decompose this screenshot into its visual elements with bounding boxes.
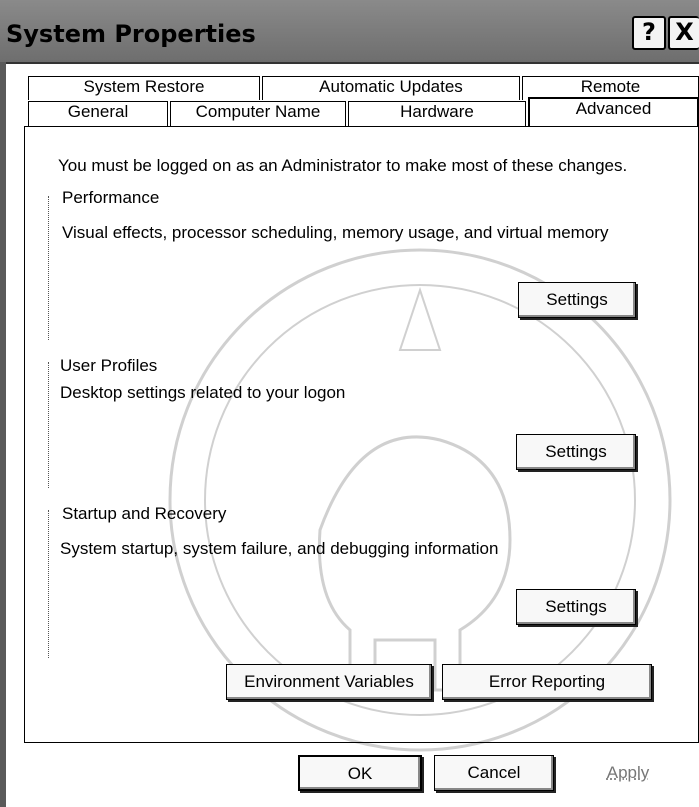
close-icon: X xyxy=(675,18,694,46)
startup-recovery-description: System startup, system failure, and debu… xyxy=(60,539,499,558)
tab-computer-name[interactable]: Computer Name xyxy=(170,101,346,127)
tab-advanced[interactable]: Advanced xyxy=(528,97,699,127)
tab-label: Hardware xyxy=(400,102,474,121)
performance-group-border xyxy=(48,196,50,340)
startup-recovery-group-label: Startup and Recovery xyxy=(62,504,227,523)
help-button[interactable]: ? xyxy=(632,16,666,50)
startup-recovery-group-border xyxy=(48,510,50,658)
user-profiles-settings-button[interactable]: Settings xyxy=(516,434,636,470)
user-profiles-group-border xyxy=(48,362,50,488)
user-profiles-description: Desktop settings related to your logon xyxy=(60,383,346,402)
ok-button[interactable]: OK xyxy=(298,755,422,791)
tab-system-restore[interactable]: System Restore xyxy=(28,76,260,100)
admin-notice: You must be logged on as an Administrato… xyxy=(58,156,628,175)
startup-recovery-settings-button[interactable]: Settings xyxy=(516,589,636,625)
tab-label: System Restore xyxy=(83,77,205,96)
cancel-button[interactable]: Cancel xyxy=(434,755,554,791)
window-frame-left xyxy=(0,62,6,807)
performance-description: Visual effects, processor scheduling, me… xyxy=(62,223,609,242)
tab-label: Computer Name xyxy=(195,102,321,121)
tab-label: Remote xyxy=(580,77,641,96)
tab-label: Advanced xyxy=(575,99,652,118)
tab-automatic-updates[interactable]: Automatic Updates xyxy=(262,76,520,100)
tab-label: General xyxy=(67,102,129,121)
title-bar[interactable]: System Properties ? X xyxy=(0,0,699,64)
apply-button[interactable]: Apply xyxy=(566,755,690,791)
help-icon: ? xyxy=(642,18,656,46)
performance-group-label: Performance xyxy=(62,188,160,207)
close-button[interactable]: X xyxy=(668,16,699,50)
error-reporting-button[interactable]: Error Reporting xyxy=(442,664,652,700)
environment-variables-button[interactable]: Environment Variables xyxy=(226,664,432,700)
performance-settings-button[interactable]: Settings xyxy=(518,282,636,318)
user-profiles-group-label: User Profiles xyxy=(60,356,158,375)
tab-hardware[interactable]: Hardware xyxy=(348,101,526,127)
tab-general[interactable]: General xyxy=(28,101,168,127)
tab-label: Automatic Updates xyxy=(319,77,463,96)
window-title: System Properties xyxy=(6,20,256,48)
